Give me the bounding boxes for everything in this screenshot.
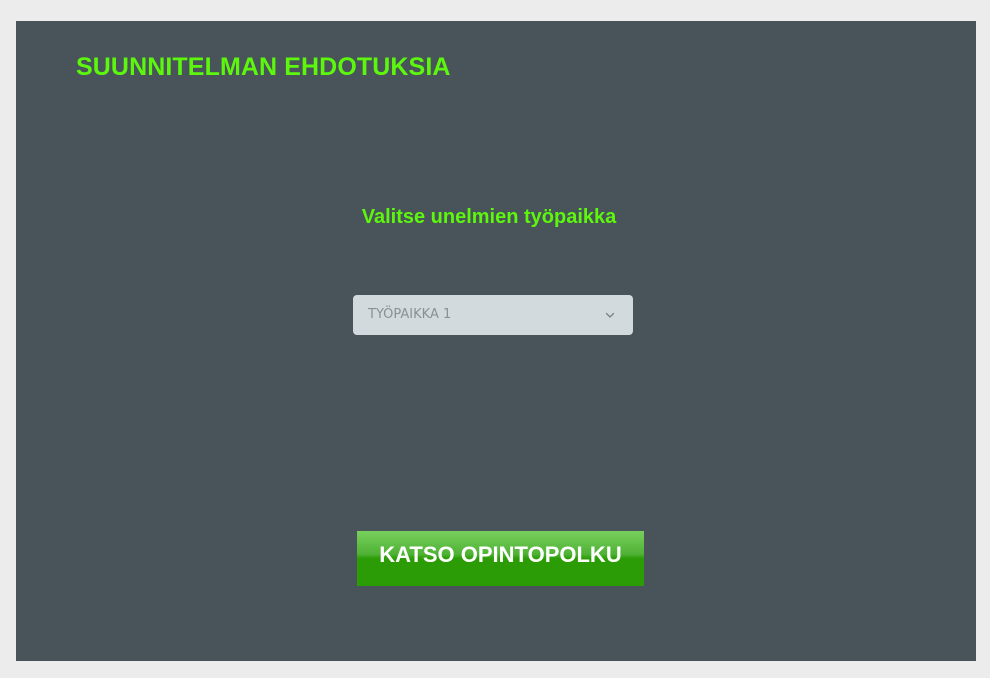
job-prompt: Valitse unelmien työpaikka [361,206,617,228]
page-title: SUUNNITELMAN EHDOTUKSIA [76,53,451,81]
job-select-dropdown[interactable]: TYÖPAIKKA 1 [353,295,633,335]
view-study-path-button[interactable]: KATSO OPINTOPOLKU [357,531,644,586]
view-study-path-label: KATSO OPINTOPOLKU [379,542,622,567]
chevron-down-icon [604,308,616,320]
main-panel: SUUNNITELMAN EHDOTUKSIA Valitse unelmien… [16,21,976,661]
job-select-value: TYÖPAIKKA 1 [368,307,452,322]
